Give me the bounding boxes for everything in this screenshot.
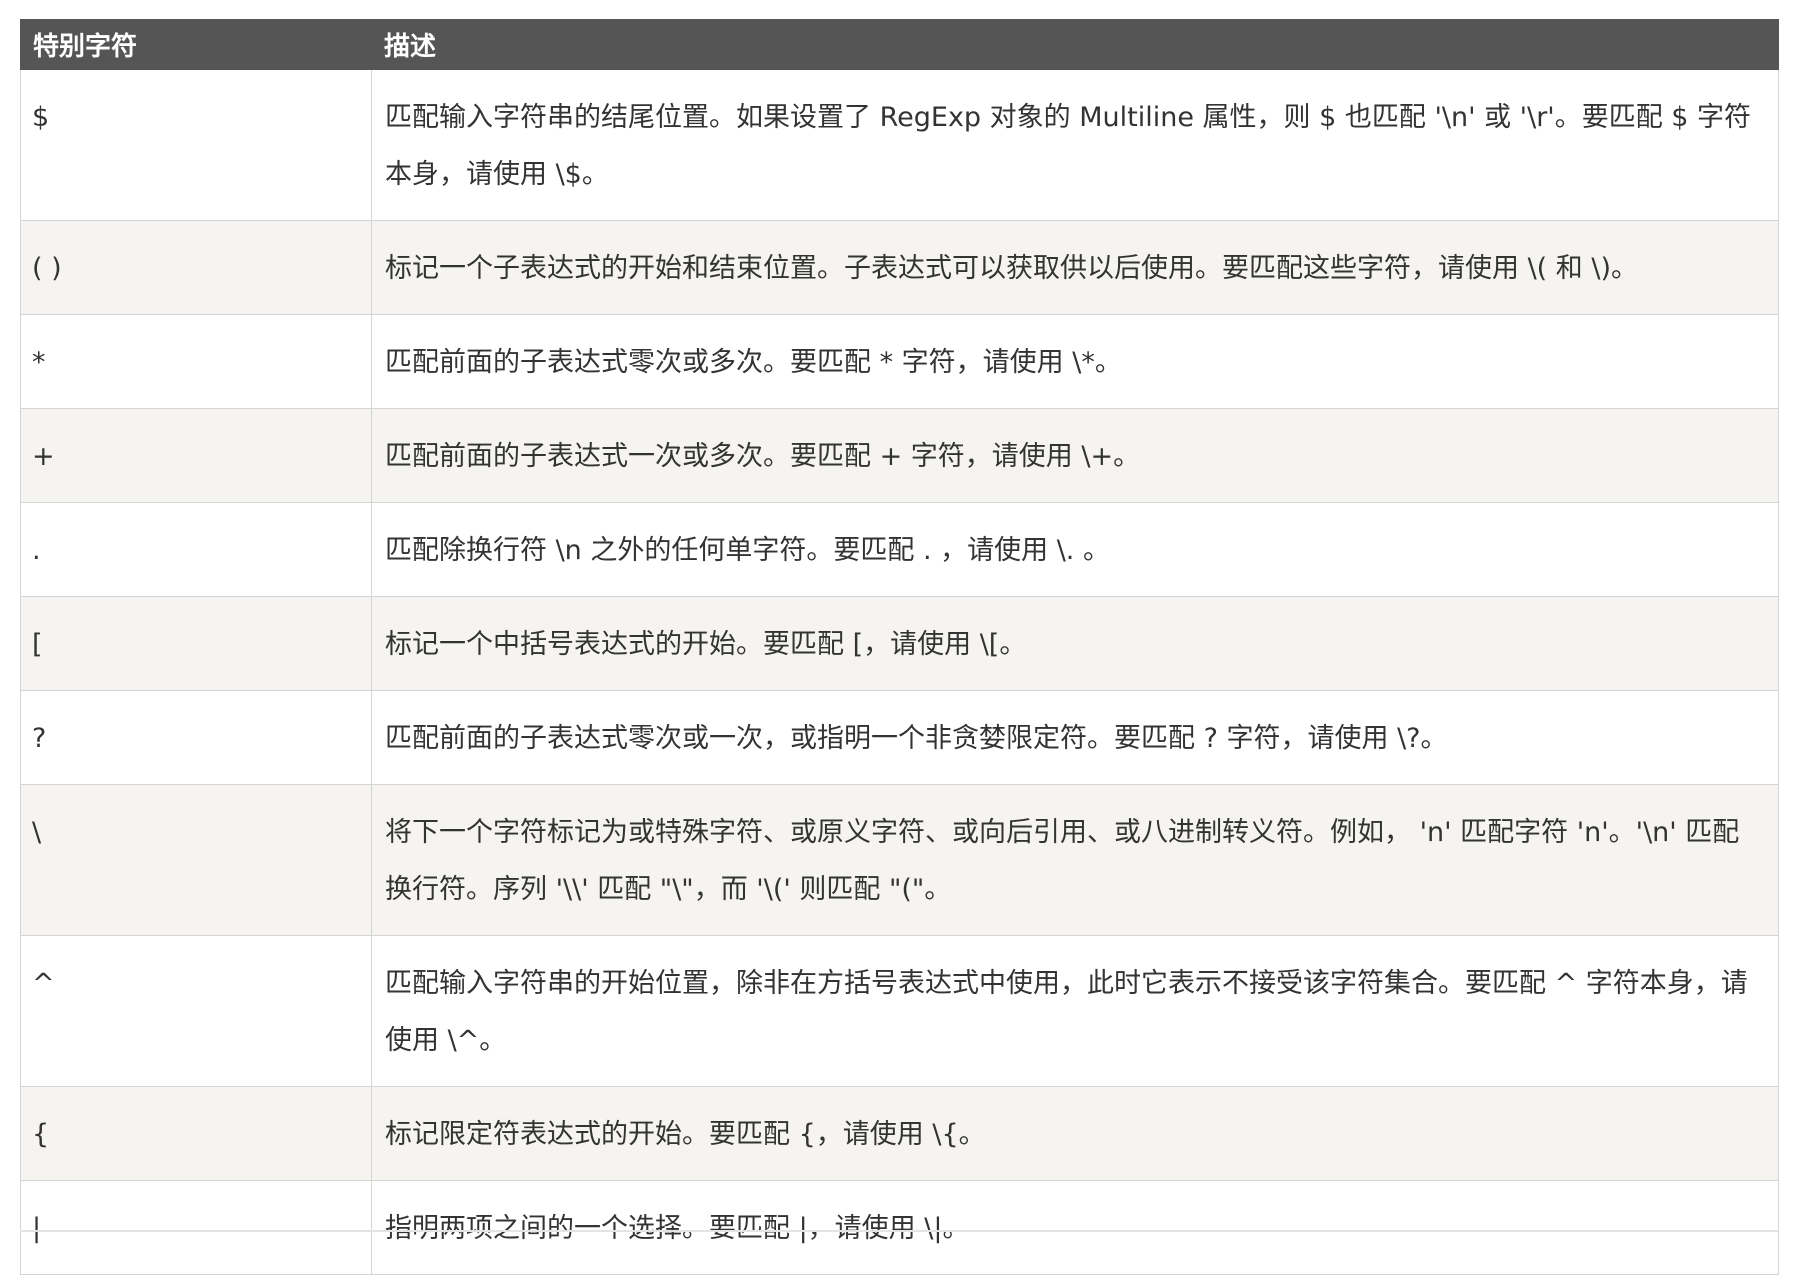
special-char-cell: . [20,502,372,597]
special-char-cell: ? [20,690,372,785]
table-row: . 匹配除换行符 \n 之外的任何单字符。要匹配 . ，请使用 \. 。 [20,502,1779,597]
table-row: ^ 匹配输入字符串的开始位置，除非在方括号表达式中使用，此时它表示不接受该字符集… [20,935,1779,1087]
table-row: \ 将下一个字符标记为或特殊字符、或原义字符、或向后引用、或八进制转义符。例如，… [20,784,1779,936]
table-row: * 匹配前面的子表达式零次或多次。要匹配 * 字符，请使用 \*。 [20,314,1779,409]
header-row: 特别字符 描述 [20,19,1779,70]
description-cell: 匹配前面的子表达式一次或多次。要匹配 + 字符，请使用 \+。 [371,408,1779,503]
regex-special-chars-table: 特别字符 描述 $ 匹配输入字符串的结尾位置。如果设置了 RegExp 对象的 … [20,19,1779,1275]
special-char-cell: $ [20,69,372,221]
header-description: 描述 [371,19,1779,70]
regex-special-chars-table-container: 特别字符 描述 $ 匹配输入字符串的结尾位置。如果设置了 RegExp 对象的 … [20,19,1779,1275]
table-row: { 标记限定符表达式的开始。要匹配 {，请使用 \{。 [20,1086,1779,1181]
special-char-cell: + [20,408,372,503]
header-special-char: 特别字符 [20,19,372,70]
bottom-divider [20,1230,1778,1232]
description-cell: 匹配输入字符串的结尾位置。如果设置了 RegExp 对象的 Multiline … [371,69,1779,221]
special-char-cell: ( ) [20,220,372,315]
description-cell: 匹配前面的子表达式零次或一次，或指明一个非贪婪限定符。要匹配 ? 字符，请使用 … [371,690,1779,785]
special-char-cell: ^ [20,935,372,1087]
description-cell: 标记一个子表达式的开始和结束位置。子表达式可以获取供以后使用。要匹配这些字符，请… [371,220,1779,315]
table-row: [ 标记一个中括号表达式的开始。要匹配 [，请使用 \[。 [20,596,1779,691]
special-char-cell: | [20,1180,372,1275]
description-cell: 指明两项之间的一个选择。要匹配 |，请使用 \|。 [371,1180,1779,1275]
description-cell: 标记一个中括号表达式的开始。要匹配 [，请使用 \[。 [371,596,1779,691]
special-char-cell: { [20,1086,372,1181]
table-row: + 匹配前面的子表达式一次或多次。要匹配 + 字符，请使用 \+。 [20,408,1779,503]
table-row: $ 匹配输入字符串的结尾位置。如果设置了 RegExp 对象的 Multilin… [20,69,1779,221]
special-char-cell: [ [20,596,372,691]
description-cell: 匹配除换行符 \n 之外的任何单字符。要匹配 . ，请使用 \. 。 [371,502,1779,597]
description-cell: 将下一个字符标记为或特殊字符、或原义字符、或向后引用、或八进制转义符。例如， '… [371,784,1779,936]
table-header: 特别字符 描述 [20,19,1779,70]
table-row: ( ) 标记一个子表达式的开始和结束位置。子表达式可以获取供以后使用。要匹配这些… [20,220,1779,315]
table-row: | 指明两项之间的一个选择。要匹配 |，请使用 \|。 [20,1180,1779,1275]
description-cell: 标记限定符表达式的开始。要匹配 {，请使用 \{。 [371,1086,1779,1181]
special-char-cell: * [20,314,372,409]
table-body: $ 匹配输入字符串的结尾位置。如果设置了 RegExp 对象的 Multilin… [20,69,1779,1275]
description-cell: 匹配前面的子表达式零次或多次。要匹配 * 字符，请使用 \*。 [371,314,1779,409]
description-cell: 匹配输入字符串的开始位置，除非在方括号表达式中使用，此时它表示不接受该字符集合。… [371,935,1779,1087]
table-row: ? 匹配前面的子表达式零次或一次，或指明一个非贪婪限定符。要匹配 ? 字符，请使… [20,690,1779,785]
special-char-cell: \ [20,784,372,936]
